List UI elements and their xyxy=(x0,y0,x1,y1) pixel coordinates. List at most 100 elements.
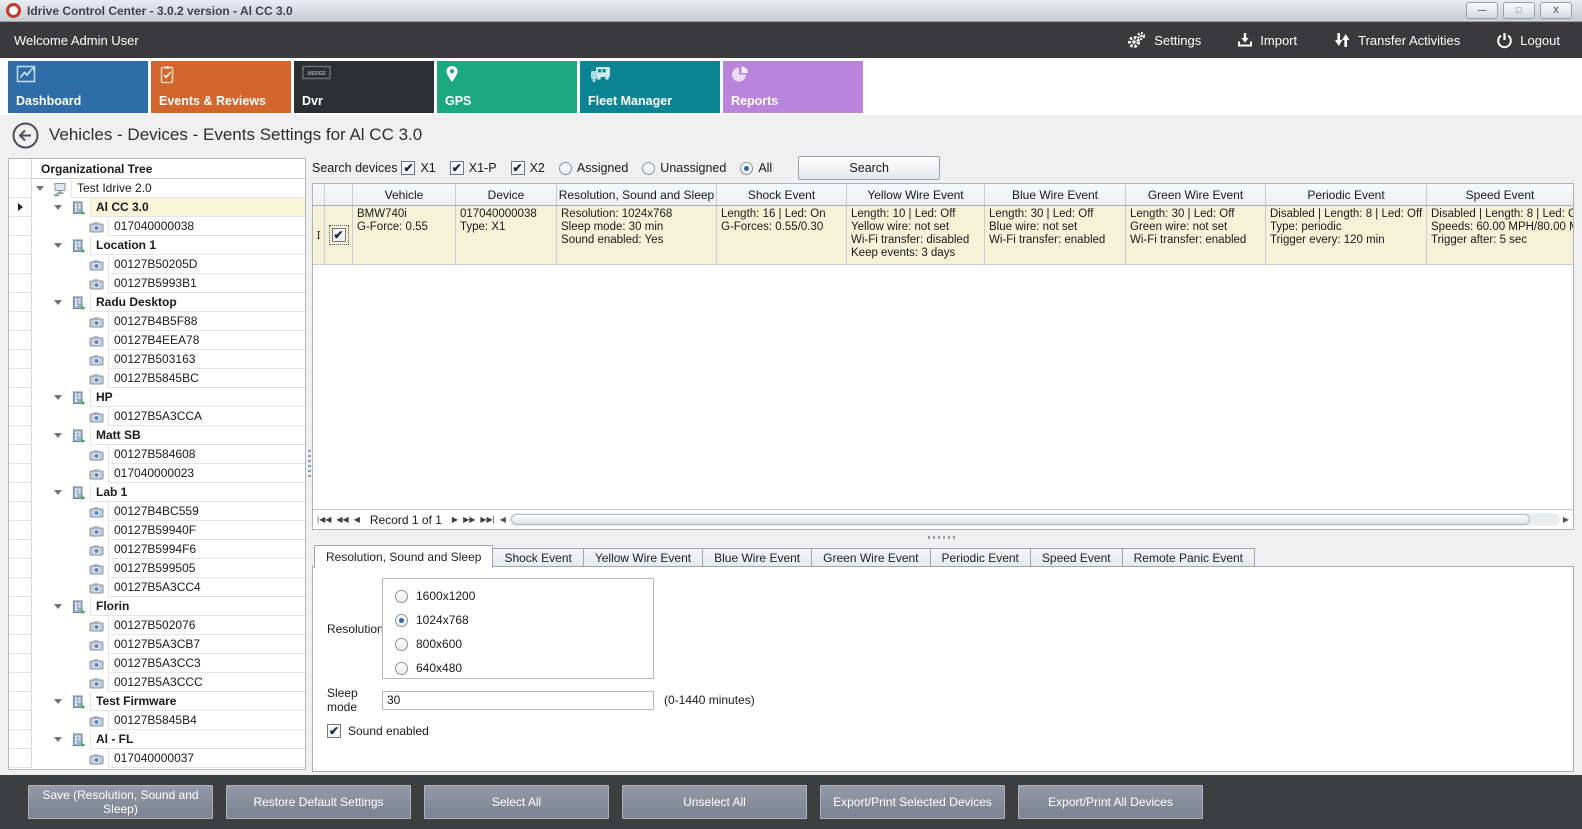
tree-node-device[interactable]: 00127B599505 xyxy=(9,559,305,578)
search-button[interactable]: Search xyxy=(798,156,940,180)
expander-icon[interactable] xyxy=(54,433,62,438)
row-select-checkbox[interactable]: ✔ xyxy=(332,228,346,242)
tree-node-device[interactable]: 00127B5993B1 xyxy=(9,274,305,293)
expander-icon[interactable] xyxy=(54,205,62,210)
transfer-activities-button[interactable]: Transfer Activities xyxy=(1333,31,1460,49)
tree-node-device[interactable]: 00127B5A3CC4 xyxy=(9,578,305,597)
tree-node-device[interactable]: 00127B50205D xyxy=(9,255,305,274)
tree-node-device[interactable]: 00127B4B5F88 xyxy=(9,312,305,331)
back-button[interactable] xyxy=(12,122,39,149)
radio-assigned[interactable] xyxy=(559,162,572,175)
next-record-button[interactable]: ▶ xyxy=(452,515,458,524)
tile-gps[interactable]: GPS xyxy=(437,61,577,113)
column-header[interactable]: Blue Wire Event xyxy=(985,184,1126,205)
tree-node-device[interactable]: 00127B4EEA78 xyxy=(9,331,305,350)
resolution-option-1024x768[interactable]: 1024x768 xyxy=(395,613,653,627)
prev-page-button[interactable]: ◀◀ xyxy=(336,515,348,524)
restore-default-settings-button[interactable]: Restore Default Settings xyxy=(226,785,411,819)
search-filter-x1-p[interactable]: ✔X1-P xyxy=(450,161,497,175)
expander-icon[interactable] xyxy=(54,737,62,742)
tab-green-wire-event[interactable]: Green Wire Event xyxy=(812,548,930,567)
tile-dvr[interactable]: MERGEDvr xyxy=(294,61,434,113)
save-resolution-sound-sleep-button[interactable]: Save (Resolution, Sound and Sleep) xyxy=(28,785,213,819)
column-header[interactable]: Green Wire Event xyxy=(1126,184,1266,205)
select-all-button[interactable]: Select All xyxy=(424,785,609,819)
radio-unassigned[interactable] xyxy=(642,162,655,175)
tree-node-group[interactable]: Location 1 xyxy=(9,236,305,255)
search-radio-assigned[interactable]: Assigned xyxy=(559,161,628,175)
tree-node-group[interactable]: Lab 1 xyxy=(9,483,305,502)
tab-resolution-sound-and-sleep[interactable]: Resolution, Sound and Sleep xyxy=(314,545,493,568)
column-header[interactable]: Speed Event xyxy=(1427,184,1573,205)
column-header[interactable]: Periodic Event xyxy=(1266,184,1427,205)
first-record-button[interactable]: |◀◀ xyxy=(317,515,331,524)
tree-node-group[interactable]: Al - FL xyxy=(9,730,305,749)
tree-node-device[interactable]: 00127B5A3CCA xyxy=(9,407,305,426)
search-radio-unassigned[interactable]: Unassigned xyxy=(642,161,726,175)
horizontal-scrollbar[interactable]: ◀ ▶ xyxy=(500,512,1569,527)
tree-node-group[interactable]: Radu Desktop xyxy=(9,293,305,312)
resolution-option-1600x1200[interactable]: 1600x1200 xyxy=(395,589,653,603)
scrollbar-thumb[interactable] xyxy=(511,514,1530,525)
resolution-option-800x600[interactable]: 800x600 xyxy=(395,637,653,651)
tree-node-device[interactable]: 00127B5A3CB7 xyxy=(9,635,305,654)
search-filter-x1[interactable]: ✔X1 xyxy=(401,161,435,175)
column-header[interactable]: Shock Event xyxy=(717,184,847,205)
sound-enabled-toggle[interactable]: ✔ Sound enabled xyxy=(327,724,1573,738)
expander-icon[interactable] xyxy=(54,699,62,704)
checkbox-x1-p[interactable]: ✔ xyxy=(450,161,464,175)
tab-remote-panic-event[interactable]: Remote Panic Event xyxy=(1123,548,1255,567)
unselect-all-button[interactable]: Unselect All xyxy=(622,785,807,819)
tile-dashboard[interactable]: Dashboard xyxy=(8,61,148,113)
tree-node-group[interactable]: HP xyxy=(9,388,305,407)
search-filter-x2[interactable]: ✔X2 xyxy=(511,161,545,175)
radio-640x480[interactable] xyxy=(395,662,408,675)
tab-yellow-wire-event[interactable]: Yellow Wire Event xyxy=(584,548,703,567)
export-print-all-devices-button[interactable]: Export/Print All Devices xyxy=(1018,785,1203,819)
column-header[interactable]: Vehicle xyxy=(353,184,456,205)
tree-node-group[interactable]: Test Firmware xyxy=(9,692,305,711)
column-header[interactable]: Yellow Wire Event xyxy=(847,184,985,205)
radio-all[interactable] xyxy=(740,162,753,175)
minimize-button[interactable]: — xyxy=(1466,2,1498,19)
tree-node-device[interactable]: 017040000037 xyxy=(9,749,305,768)
horizontal-splitter[interactable] xyxy=(312,532,1574,543)
close-button[interactable]: X xyxy=(1540,2,1572,19)
tree-node-device[interactable]: 00127B5A3CCC xyxy=(9,673,305,692)
tree-node-device[interactable]: 00127B5845B4 xyxy=(9,711,305,730)
tree-node-device[interactable]: 00127B59940F xyxy=(9,521,305,540)
tile-events-reviews[interactable]: Events & Reviews xyxy=(151,61,291,113)
resolution-option-640x480[interactable]: 640x480 xyxy=(395,661,653,675)
radio-1600x1200[interactable] xyxy=(395,590,408,603)
settings-button[interactable]: Settings xyxy=(1125,31,1201,49)
tree-node-device[interactable]: 00127B502076 xyxy=(9,616,305,635)
radio-800x600[interactable] xyxy=(395,638,408,651)
tile-fleet-manager[interactable]: Fleet Manager xyxy=(580,61,720,113)
expander-icon[interactable] xyxy=(54,300,62,305)
column-header[interactable]: Device xyxy=(456,184,557,205)
tab-blue-wire-event[interactable]: Blue Wire Event xyxy=(703,548,812,567)
column-header[interactable]: Resolution, Sound and Sleep xyxy=(557,184,717,205)
device-row[interactable]: I✔BMW740iG-Force: 0.55017040000038Type: … xyxy=(313,206,1573,265)
row-select-cell[interactable]: ✔ xyxy=(325,206,353,264)
radio-1024x768[interactable] xyxy=(395,614,408,627)
next-page-button[interactable]: ▶▶ xyxy=(463,515,475,524)
tree-node-device[interactable]: 017040000038 xyxy=(9,217,305,236)
checkbox-x1[interactable]: ✔ xyxy=(401,161,415,175)
scroll-right-icon[interactable]: ▶ xyxy=(1563,515,1569,524)
tab-speed-event[interactable]: Speed Event xyxy=(1031,548,1123,567)
maximize-button[interactable]: □ xyxy=(1503,2,1535,19)
tree-node-group[interactable]: Matt SB xyxy=(9,426,305,445)
import-button[interactable]: Import xyxy=(1237,32,1297,48)
tab-shock-event[interactable]: Shock Event xyxy=(493,548,583,567)
export-print-selected-devices-button[interactable]: Export/Print Selected Devices xyxy=(820,785,1005,819)
sound-enabled-checkbox[interactable]: ✔ xyxy=(327,724,341,738)
checkbox-x2[interactable]: ✔ xyxy=(511,161,525,175)
search-radio-all[interactable]: All xyxy=(740,161,772,175)
tree-node-group[interactable]: Al CC 3.0 xyxy=(9,198,305,217)
tree-node-device[interactable]: 00127B5845BC xyxy=(9,369,305,388)
expander-icon[interactable] xyxy=(54,490,62,495)
scroll-left-icon[interactable]: ◀ xyxy=(500,515,506,524)
last-record-button[interactable]: ▶▶| xyxy=(480,515,494,524)
expander-icon[interactable] xyxy=(54,604,62,609)
